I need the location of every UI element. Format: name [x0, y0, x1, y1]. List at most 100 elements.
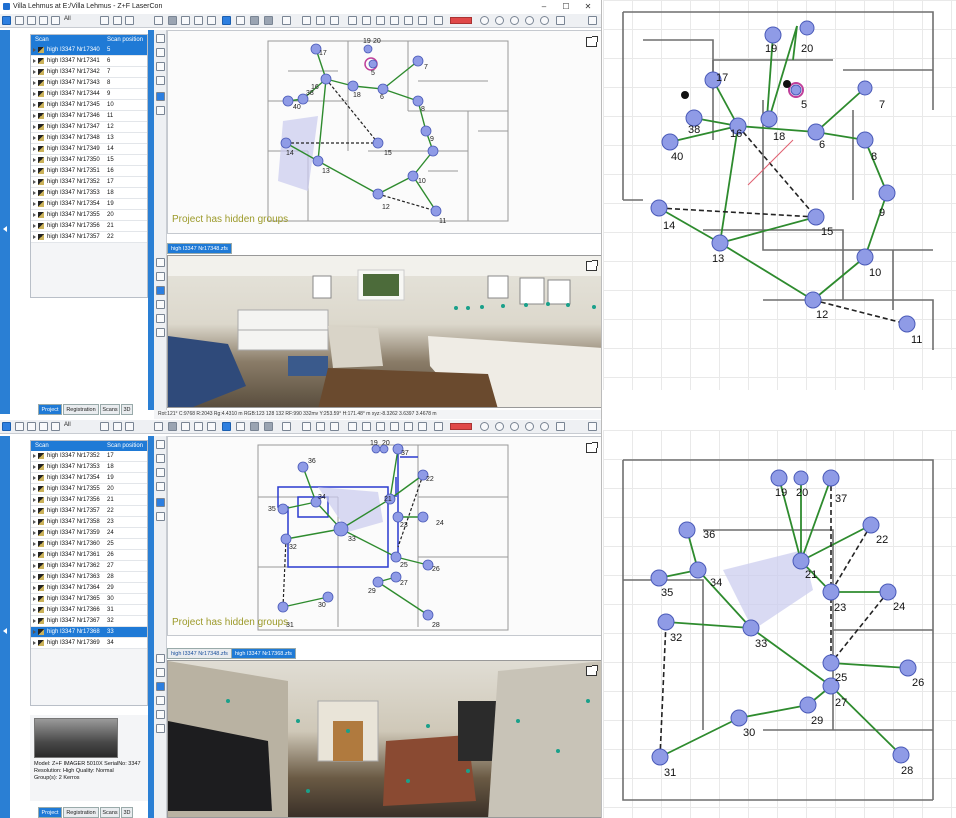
point-icon[interactable] — [348, 422, 357, 431]
expand-arrow-icon[interactable] — [33, 641, 36, 645]
scan-row[interactable]: high I3347 Nr17358 23 — [31, 517, 147, 528]
tab-registration[interactable]: Registration — [63, 404, 99, 415]
scan-row[interactable]: high I3347 Nr17345 10 — [31, 100, 147, 111]
person-icon[interactable] — [156, 286, 165, 295]
p2-icon[interactable] — [434, 422, 443, 431]
view2-icon[interactable] — [250, 16, 259, 25]
col-scan[interactable]: Scan — [35, 441, 49, 451]
new-icon[interactable] — [15, 16, 24, 25]
nav-icon[interactable] — [156, 440, 165, 449]
scan-row[interactable]: high I3347 Nr17357 22 — [31, 506, 147, 517]
expand-arrow-icon[interactable] — [33, 147, 36, 151]
flag-out-icon[interactable] — [125, 422, 134, 431]
layers-icon[interactable] — [282, 16, 291, 25]
circle4-icon[interactable] — [525, 16, 534, 25]
nav2-icon[interactable] — [156, 654, 165, 663]
expand-arrow-icon[interactable] — [33, 498, 36, 502]
scan-row[interactable]: high I3347 Nr17344 9 — [31, 89, 147, 100]
scan-row[interactable]: high I3347 Nr17342 7 — [31, 67, 147, 78]
image-tab[interactable]: high I3347 Nr17348.zfs — [167, 243, 232, 254]
pen-icon[interactable] — [156, 512, 165, 521]
view3-icon[interactable] — [264, 422, 273, 431]
plan-view-icon[interactable] — [222, 16, 231, 25]
tool3-icon[interactable] — [156, 710, 165, 719]
expand-arrow-icon[interactable] — [33, 180, 36, 184]
expand-icon[interactable] — [586, 442, 598, 453]
p-icon[interactable] — [362, 16, 371, 25]
expand-arrow-icon[interactable] — [33, 48, 36, 52]
layers-icon[interactable] — [282, 422, 291, 431]
expand-arrow-icon[interactable] — [33, 81, 36, 85]
scan-row[interactable]: high I3347 Nr17347 12 — [31, 122, 147, 133]
help-icon[interactable] — [556, 16, 565, 25]
pointer-icon[interactable] — [154, 16, 163, 25]
expand-arrow-icon[interactable] — [33, 520, 36, 524]
measure-icon[interactable] — [181, 16, 190, 25]
expand-arrow-icon[interactable] — [33, 597, 36, 601]
tab-registration[interactable]: Registration — [63, 807, 99, 818]
plan-view-top[interactable]: 17 16 40 38 18 6 7 8 9 10 12 11 13 14 15… — [167, 30, 601, 234]
expand-arrow-icon[interactable] — [33, 454, 36, 458]
open-icon[interactable] — [27, 16, 36, 25]
scan-row[interactable]: high I3347 Nr17363 28 — [31, 572, 147, 583]
chart-icon[interactable] — [390, 422, 399, 431]
filter-select[interactable]: All — [64, 422, 71, 428]
zoom2-icon[interactable] — [156, 272, 165, 281]
scan-row[interactable]: high I3347 Nr17362 27 — [31, 561, 147, 572]
chart2-icon[interactable] — [404, 422, 413, 431]
scan-row[interactable]: high I3347 Nr17369 34 — [31, 638, 147, 649]
expand-arrow-icon[interactable] — [33, 564, 36, 568]
expand-arrow-icon[interactable] — [33, 487, 36, 491]
circle3-icon[interactable] — [510, 422, 519, 431]
expand-arrow-icon[interactable] — [33, 169, 36, 173]
edit-icon[interactable] — [194, 16, 203, 25]
p2-icon[interactable] — [434, 16, 443, 25]
expand-arrow-icon[interactable] — [33, 531, 36, 535]
p-icon[interactable] — [362, 422, 371, 431]
project-icon[interactable] — [2, 16, 11, 25]
align-icon[interactable] — [330, 422, 339, 431]
scan-row[interactable]: high I3347 Nr17356 21 — [31, 495, 147, 506]
color-scale-bar[interactable] — [450, 17, 472, 24]
scan-row[interactable]: high I3347 Nr17350 15 — [31, 155, 147, 166]
collapse-arrow-icon[interactable] — [3, 628, 7, 634]
leaf-icon[interactable] — [236, 422, 245, 431]
expand-arrow-icon[interactable] — [33, 70, 36, 74]
pen-icon[interactable] — [156, 106, 165, 115]
scan-row[interactable]: high I3347 Nr17355 20 — [31, 484, 147, 495]
zoom-icon[interactable] — [156, 48, 165, 57]
expand-arrow-icon[interactable] — [33, 224, 36, 228]
chart3-icon[interactable] — [418, 16, 427, 25]
scan-row[interactable]: high I3347 Nr17346 11 — [31, 111, 147, 122]
tab-project[interactable]: Project — [38, 404, 62, 415]
tool4-icon[interactable] — [156, 328, 165, 337]
plan-view-icon[interactable] — [222, 422, 231, 431]
circle5-icon[interactable] — [540, 422, 549, 431]
scan-row[interactable]: high I3347 Nr17364 29 — [31, 583, 147, 594]
line-icon[interactable] — [302, 16, 311, 25]
tab-scans[interactable]: Scans — [100, 404, 120, 415]
circle2-icon[interactable] — [495, 422, 504, 431]
leaf-icon[interactable] — [236, 16, 245, 25]
left-collapse-bar[interactable] — [0, 30, 10, 414]
h-icon[interactable] — [376, 422, 385, 431]
scan-row[interactable]: high I3347 Nr17351 16 — [31, 166, 147, 177]
expand-arrow-icon[interactable] — [33, 191, 36, 195]
tab-3d[interactable]: 3D — [121, 807, 133, 818]
scan-row[interactable]: high I3347 Nr17349 14 — [31, 144, 147, 155]
h-icon[interactable] — [376, 16, 385, 25]
expand-icon[interactable] — [586, 36, 598, 47]
pointer-icon[interactable] — [154, 422, 163, 431]
zoom2-icon[interactable] — [156, 668, 165, 677]
tool3-icon[interactable] — [156, 314, 165, 323]
tab-project[interactable]: Project — [38, 807, 62, 818]
image-tab-active[interactable]: high I3347 Nr17368.zfs — [231, 648, 296, 659]
person-icon[interactable] — [156, 682, 165, 691]
toolbar-more-icon[interactable] — [588, 422, 597, 431]
scan-row[interactable]: high I3347 Nr17340 5 — [31, 45, 147, 56]
expand-arrow-icon[interactable] — [33, 542, 36, 546]
heart-icon[interactable] — [100, 16, 109, 25]
scan-row[interactable]: high I3347 Nr17359 24 — [31, 528, 147, 539]
maximize-button[interactable]: ☐ — [558, 0, 574, 14]
expand-arrow-icon[interactable] — [33, 575, 36, 579]
